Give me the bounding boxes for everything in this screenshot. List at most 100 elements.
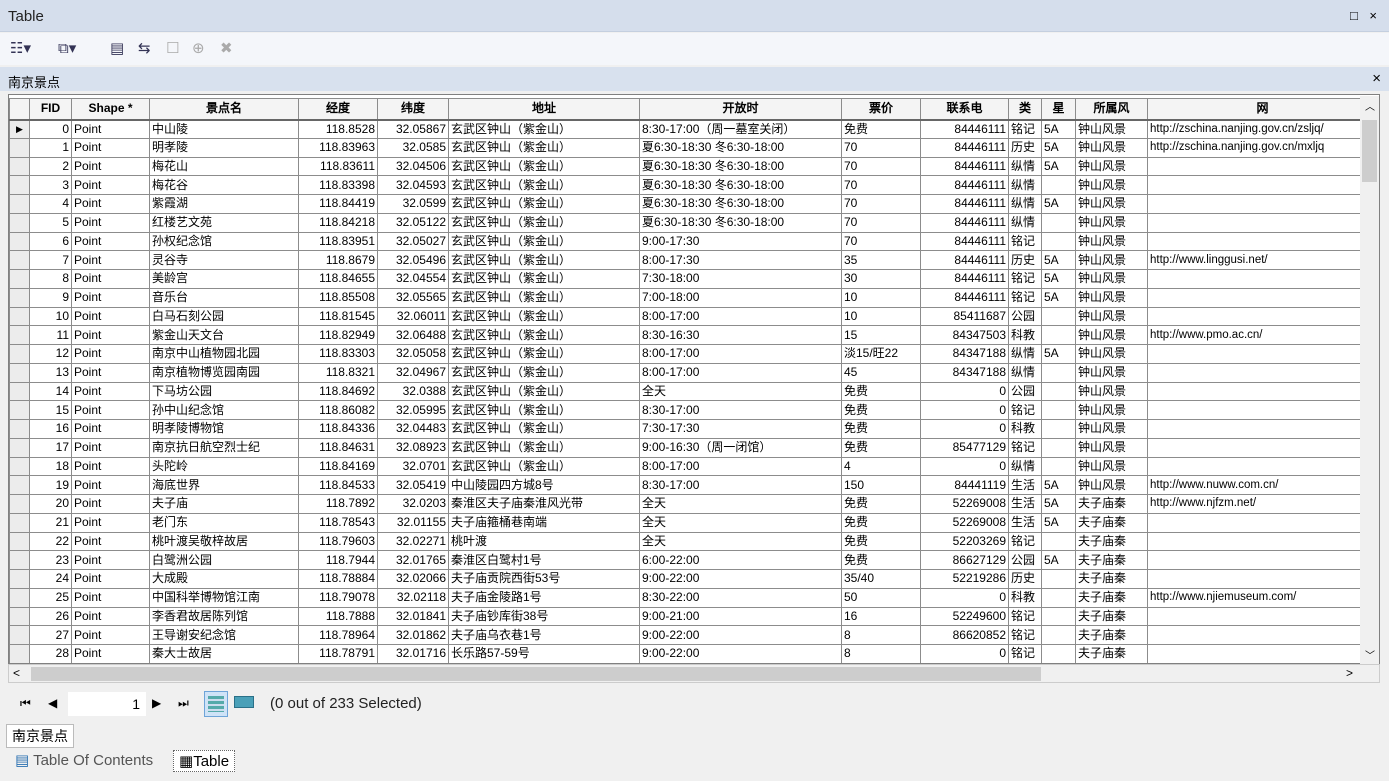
row-selector[interactable] <box>9 287 30 308</box>
table-cell[interactable]: 玄武区钟山（紫金山） <box>448 381 640 402</box>
table-cell[interactable]: 84347188 <box>920 344 1009 364</box>
column-header[interactable]: 景点名 <box>149 98 299 121</box>
column-header[interactable]: Shape * <box>71 98 150 121</box>
table-cell[interactable]: 历史 <box>1008 137 1042 158</box>
table-cell[interactable]: 32.02118 <box>377 587 449 608</box>
row-selector[interactable] <box>9 400 30 420</box>
table-cell[interactable]: 玄武区钟山（紫金山） <box>448 194 640 214</box>
table-cell[interactable]: 118.78791 <box>298 644 378 663</box>
table-cell[interactable]: 118.84692 <box>298 381 378 402</box>
table-cell[interactable]: 孙中山纪念馆 <box>149 400 299 420</box>
table-cell[interactable]: 夫子庙秦 <box>1075 531 1148 552</box>
table-cell[interactable]: 5A <box>1041 550 1076 570</box>
table-cell[interactable]: 玄武区钟山（紫金山） <box>448 400 640 420</box>
table-cell[interactable]: Point <box>71 194 150 214</box>
table-cell[interactable]: 23 <box>29 550 72 570</box>
table-cell[interactable]: 52219286 <box>920 569 1009 589</box>
next-record-button[interactable]: ▶ <box>152 696 161 710</box>
table-cell[interactable]: 15 <box>29 400 72 420</box>
table-cell[interactable]: 118.84533 <box>298 475 378 495</box>
table-cell[interactable]: 南京抗日航空烈士纪 <box>149 437 299 458</box>
table-row[interactable]: 18 Point 头陀岭 118.84169 32.0701 玄武区钟山（紫金山） 8:00… <box>9 456 1378 477</box>
row-selector[interactable] <box>9 231 30 252</box>
table-row[interactable]: 17 Point 南京抗日航空烈士纪 118.84631 32.08923 玄武区钟山（紫… <box>9 437 1378 458</box>
table-row[interactable]: 16 Point 明孝陵博物馆 118.84336 32.04483 玄武区钟山（紫金山）… <box>9 419 1378 439</box>
table-cell[interactable]: 6:00-22:00 <box>639 550 842 570</box>
table-cell[interactable]: 27 <box>29 625 72 645</box>
scroll-right-icon[interactable]: > <box>1346 666 1353 680</box>
table-cell[interactable] <box>1041 400 1076 420</box>
table-cell[interactable]: 8:30-17:00 <box>639 400 842 420</box>
table-cell[interactable] <box>1147 400 1378 420</box>
table-cell[interactable]: 15 <box>841 325 921 345</box>
table-cell[interactable]: 86620852 <box>920 625 1009 645</box>
table-cell[interactable]: 淡15/旺22 <box>841 344 921 364</box>
table-row[interactable]: 21 Point 老门东 118.78543 32.01155 夫子庙箍桶巷南端 全天 免费 5… <box>9 512 1378 533</box>
table-cell[interactable]: Point <box>71 306 150 327</box>
table-cell[interactable]: 32.0203 <box>377 494 449 514</box>
table-cell[interactable]: 夫子庙秦 <box>1075 494 1148 514</box>
table-cell[interactable]: 5A <box>1041 119 1076 139</box>
table-cell[interactable] <box>1147 437 1378 458</box>
table-cell[interactable]: 铭记 <box>1008 644 1042 663</box>
column-header[interactable]: FID <box>29 98 72 121</box>
table-cell[interactable]: Point <box>71 250 150 270</box>
table-row[interactable]: 24 Point 大成殿 118.78884 32.02066 夫子庙贡院西街53号 9:0… <box>9 569 1378 589</box>
row-selector[interactable] <box>9 625 30 645</box>
table-cell[interactable]: Point <box>71 419 150 439</box>
table-cell[interactable] <box>1041 212 1076 233</box>
table-cell[interactable]: 84446111 <box>920 156 1009 177</box>
table-cell[interactable]: Point <box>71 344 150 364</box>
table-cell[interactable]: 夫子庙 <box>149 494 299 514</box>
table-cell[interactable]: 118.83303 <box>298 344 378 364</box>
table-cell[interactable]: 中山陵 <box>149 119 299 139</box>
table-cell[interactable]: 84446111 <box>920 175 1009 195</box>
table-cell[interactable]: Point <box>71 137 150 158</box>
table-cell[interactable]: 118.84336 <box>298 419 378 439</box>
table-cell[interactable] <box>1147 156 1378 177</box>
row-selector[interactable] <box>9 606 30 627</box>
table-cell[interactable]: 32.06011 <box>377 306 449 327</box>
table-cell[interactable]: 纵情 <box>1008 456 1042 477</box>
table-cell[interactable]: 海底世界 <box>149 475 299 495</box>
table-cell[interactable] <box>1147 625 1378 645</box>
table-cell[interactable]: http://www.linggusi.net/ <box>1147 250 1378 270</box>
table-cell[interactable]: 32.05122 <box>377 212 449 233</box>
row-selector[interactable] <box>9 456 30 477</box>
table-cell[interactable]: 免费 <box>841 494 921 514</box>
table-cell[interactable]: http://www.njfzm.net/ <box>1147 494 1378 514</box>
last-record-button[interactable]: ⏭ <box>178 696 189 711</box>
table-cell[interactable]: 中国科举博物馆江南 <box>149 587 299 608</box>
table-cell[interactable]: 118.79603 <box>298 531 378 552</box>
table-cell[interactable] <box>1147 531 1378 552</box>
table-cell[interactable]: 0 <box>920 456 1009 477</box>
row-selector[interactable] <box>9 212 30 233</box>
table-cell[interactable]: 84446111 <box>920 137 1009 158</box>
table-cell[interactable]: 科教 <box>1008 587 1042 608</box>
table-cell[interactable]: 7:30-17:30 <box>639 419 842 439</box>
table-cell[interactable]: 音乐台 <box>149 287 299 308</box>
table-cell[interactable]: 84446111 <box>920 269 1009 289</box>
table-cell[interactable]: 45 <box>841 362 921 383</box>
table-row[interactable]: 5 Point 红楼艺文苑 118.84218 32.05122 玄武区钟山（紫金山） 夏6… <box>9 212 1378 233</box>
table-cell[interactable]: 玄武区钟山（紫金山） <box>448 119 640 139</box>
table-cell[interactable]: 玄武区钟山（紫金山） <box>448 231 640 252</box>
table-cell[interactable]: 铭记 <box>1008 625 1042 645</box>
table-of-contents-tab[interactable]: ▤ Table Of Contents <box>10 750 158 770</box>
table-cell[interactable]: 生活 <box>1008 494 1042 514</box>
table-cell[interactable]: 钟山风景 <box>1075 175 1148 195</box>
row-selector[interactable] <box>9 437 30 458</box>
table-cell[interactable]: 118.7888 <box>298 606 378 627</box>
table-cell[interactable]: 免费 <box>841 419 921 439</box>
table-cell[interactable]: 玄武区钟山（紫金山） <box>448 212 640 233</box>
table-cell[interactable]: 玄武区钟山（紫金山） <box>448 419 640 439</box>
table-cell[interactable]: 5A <box>1041 156 1076 177</box>
table-cell[interactable]: 玄武区钟山（紫金山） <box>448 456 640 477</box>
table-row[interactable]: 12 Point 南京中山植物园北园 118.83303 32.05058 玄武区钟山（紫… <box>9 344 1378 364</box>
table-cell[interactable]: 钟山风景 <box>1075 475 1148 495</box>
clear-selection-icon[interactable]: ☐ <box>166 39 179 59</box>
table-cell[interactable]: 22 <box>29 531 72 552</box>
table-cell[interactable] <box>1041 419 1076 439</box>
table-cell[interactable]: 中山陵园四方城8号 <box>448 475 640 495</box>
table-cell[interactable]: 118.8528 <box>298 119 378 139</box>
